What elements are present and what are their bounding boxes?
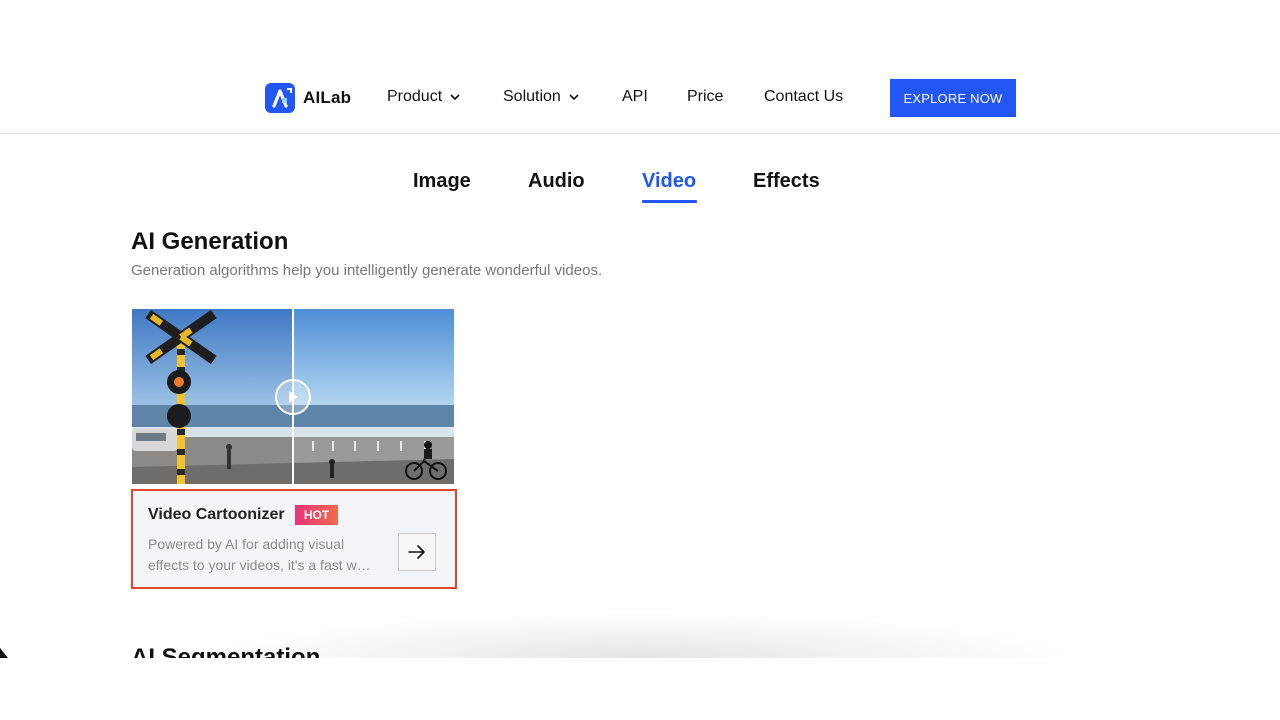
tab-video[interactable]: Video [642, 170, 696, 193]
nav-item-contact-us[interactable]: Contact Us [764, 88, 843, 106]
viewport-bottom [0, 658, 1280, 720]
corner-glyph [0, 648, 8, 658]
active-tab-indicator [642, 200, 697, 203]
explore-now-button[interactable]: EXPLORE NOW [890, 79, 1016, 117]
open-tool-button[interactable] [398, 533, 436, 571]
card-title: Video Cartoonizer [148, 506, 285, 524]
video-preview[interactable] [132, 309, 454, 484]
nav-label: Solution [503, 88, 561, 106]
card-description-line: Powered by AI for adding visual [148, 534, 376, 555]
tab-audio[interactable]: Audio [528, 170, 585, 193]
card-description-line: effects to your videos, it's a fast wa..… [148, 555, 376, 576]
video-thumbnail [132, 309, 454, 484]
nav-item-api[interactable]: API [622, 88, 648, 106]
brand-name: AILab [303, 88, 351, 108]
play-icon [276, 380, 310, 414]
section-description: Generation algorithms help you intellige… [131, 262, 602, 279]
top-navbar: AILab Product Solution API Price Contact… [0, 0, 1280, 134]
tab-effects[interactable]: Effects [753, 170, 820, 193]
nav-label: Contact Us [764, 88, 843, 106]
card-description: Powered by AI for adding visual effects … [148, 534, 376, 576]
section-title: AI Generation [131, 228, 288, 256]
floating-bar-shadow [200, 612, 1080, 658]
nav-item-product[interactable]: Product [387, 88, 460, 106]
arrow-right-icon [408, 545, 426, 559]
brand-logo[interactable]: AILab [265, 83, 351, 113]
nav-item-price[interactable]: Price [687, 88, 723, 106]
tab-image[interactable]: Image [413, 170, 471, 193]
chevron-down-icon [450, 92, 460, 102]
nav-label: Product [387, 88, 442, 106]
nav-label: API [622, 88, 648, 106]
nav-label: Price [687, 88, 723, 106]
ailab-logo-icon [265, 83, 295, 113]
chevron-down-icon [569, 92, 579, 102]
hot-badge: HOT [295, 505, 338, 525]
nav-item-solution[interactable]: Solution [503, 88, 579, 106]
video-cartoonizer-card[interactable]: Video Cartoonizer HOT Powered by AI for … [131, 489, 457, 589]
